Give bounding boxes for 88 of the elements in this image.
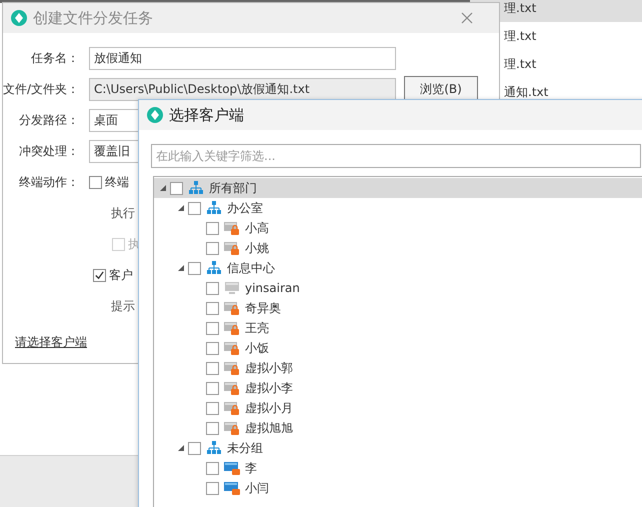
computer-lock-icon bbox=[224, 300, 240, 316]
computer-icon bbox=[224, 460, 240, 476]
field-label: 冲突处理： bbox=[18, 143, 79, 160]
computer-icon bbox=[224, 480, 240, 496]
tree-label: 未分组 bbox=[227, 440, 263, 456]
org-chart-icon bbox=[188, 180, 204, 196]
checkbox[interactable] bbox=[206, 222, 219, 234]
tree-label: 奇异奥 bbox=[245, 300, 281, 316]
tree-label: 小高 bbox=[245, 220, 269, 236]
tree-row[interactable]: 办公室 bbox=[172, 198, 642, 218]
expand-triangle-icon[interactable] bbox=[178, 265, 184, 271]
tree-row[interactable]: 奇异奥 bbox=[190, 298, 642, 318]
tree-row[interactable]: 小姚 bbox=[190, 238, 642, 258]
tree-label: 虚拟小李 bbox=[245, 380, 293, 396]
tree-row[interactable]: 虚拟小李 bbox=[190, 378, 642, 398]
org-chart-icon bbox=[206, 260, 222, 276]
expand-triangle-icon[interactable] bbox=[160, 185, 166, 191]
tree-row[interactable]: 小闫 bbox=[190, 478, 642, 498]
tree-row[interactable]: 虚拟小月 bbox=[190, 398, 642, 418]
tree-row[interactable]: 所有部门 bbox=[154, 178, 642, 198]
field-label: 执行 bbox=[111, 205, 135, 222]
tree-row[interactable]: 王亮 bbox=[190, 318, 642, 338]
checkbox[interactable] bbox=[206, 362, 219, 374]
tree-row[interactable]: 小高 bbox=[190, 218, 642, 238]
tree-row[interactable]: 小饭 bbox=[190, 338, 642, 358]
org-chart-icon bbox=[206, 440, 222, 456]
checkbox-label: 客户 bbox=[109, 267, 133, 284]
org-chart-icon bbox=[206, 200, 222, 216]
checkbox[interactable] bbox=[188, 442, 201, 454]
computer-lock-icon bbox=[224, 220, 240, 236]
tree-row[interactable]: yinsairan bbox=[190, 278, 642, 298]
checkbox[interactable] bbox=[206, 482, 219, 494]
checkbox[interactable] bbox=[206, 282, 219, 294]
tree-label: 虚拟小月 bbox=[245, 400, 293, 416]
checkbox[interactable] bbox=[206, 322, 219, 334]
checkbox[interactable] bbox=[206, 402, 219, 414]
tree-row[interactable]: 未分组 bbox=[172, 438, 642, 458]
checkbox[interactable] bbox=[206, 342, 219, 354]
checkbox[interactable] bbox=[206, 302, 219, 314]
checkbox[interactable] bbox=[206, 382, 219, 394]
tree-row[interactable]: 信息中心 bbox=[172, 258, 642, 278]
field-label: 终端动作： bbox=[18, 174, 79, 191]
checkbox-label: 终端 bbox=[105, 174, 129, 191]
expand-triangle-icon[interactable] bbox=[178, 205, 184, 211]
tree-row[interactable]: 虚拟旭旭 bbox=[190, 418, 642, 438]
tree-label: yinsairan bbox=[245, 281, 300, 295]
tree-label: 小闫 bbox=[245, 480, 269, 496]
tree-row[interactable]: 虚拟小郭 bbox=[190, 358, 642, 378]
tree-label: 李 bbox=[245, 460, 257, 476]
tree-label: 小饭 bbox=[245, 340, 269, 356]
tree-label: 信息中心 bbox=[227, 260, 275, 276]
field-label: 文件/文件夹： bbox=[3, 81, 79, 98]
field-label: 提示 bbox=[111, 298, 135, 315]
field-label: 任务名： bbox=[30, 50, 79, 67]
tree-label: 小姚 bbox=[245, 240, 269, 256]
computer-lock-icon bbox=[224, 420, 240, 436]
tree-label: 所有部门 bbox=[209, 180, 257, 196]
tree-label: 虚拟旭旭 bbox=[245, 420, 293, 436]
checkbox[interactable] bbox=[206, 422, 219, 434]
expand-triangle-icon[interactable] bbox=[178, 445, 184, 451]
select-clients-link[interactable]: 请选择客户端 bbox=[15, 335, 87, 349]
checkbox[interactable] bbox=[188, 202, 201, 214]
checkbox[interactable] bbox=[89, 176, 102, 189]
close-icon[interactable] bbox=[461, 12, 473, 24]
computer-lock-icon bbox=[224, 320, 240, 336]
checkbox[interactable] bbox=[170, 182, 183, 194]
computer-lock-icon bbox=[224, 340, 240, 356]
computer-lock-icon bbox=[224, 240, 240, 256]
search-field[interactable]: 在此输入关键字筛选... bbox=[151, 144, 641, 168]
checkbox[interactable] bbox=[206, 242, 219, 254]
computer-lock-icon bbox=[224, 360, 240, 376]
window-title: 创建文件分发任务 bbox=[33, 8, 153, 28]
computer-icon bbox=[224, 280, 240, 296]
tree-label: 虚拟小郭 bbox=[245, 360, 293, 376]
field-label: 分发路径： bbox=[18, 112, 79, 129]
checkbox[interactable] bbox=[188, 262, 201, 274]
app-logo-icon bbox=[11, 10, 27, 26]
input-field[interactable]: C:\Users\Public\Desktop\放假通知.txt bbox=[89, 78, 396, 101]
tree-label: 王亮 bbox=[245, 320, 269, 336]
input-field[interactable]: 放假通知 bbox=[89, 47, 396, 70]
checkbox[interactable] bbox=[206, 462, 219, 474]
tree-row[interactable]: 李 bbox=[190, 458, 642, 478]
app-logo-icon bbox=[147, 107, 163, 123]
tree-label: 办公室 bbox=[227, 200, 263, 216]
window-title: 选择客户端 bbox=[169, 106, 244, 124]
computer-lock-icon bbox=[224, 380, 240, 396]
computer-lock-icon bbox=[224, 400, 240, 416]
checkbox[interactable] bbox=[93, 269, 106, 282]
